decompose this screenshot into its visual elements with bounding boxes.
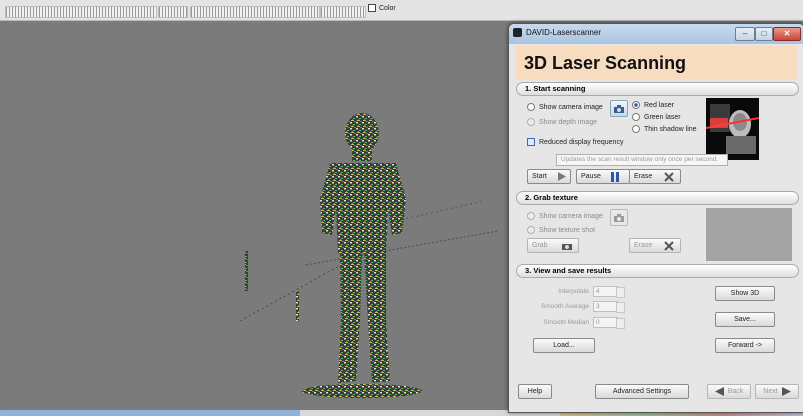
radio-label: Red laser bbox=[644, 101, 674, 109]
radio-label: Show camera image bbox=[539, 212, 603, 220]
camera-icon bbox=[614, 104, 624, 113]
dialog-titlebar[interactable]: DAVID-Laserscanner ‒ □ ✕ bbox=[509, 24, 803, 44]
toolbar-slider-1[interactable] bbox=[5, 6, 157, 18]
radio-circle[interactable] bbox=[527, 103, 535, 111]
dialog-title: DAVID-Laserscanner bbox=[526, 28, 601, 37]
camera-icon bbox=[561, 243, 572, 250]
pause-icon bbox=[610, 171, 619, 182]
texture-preview bbox=[706, 208, 792, 261]
interpolate-label: Interpolate bbox=[558, 288, 589, 295]
interpolate-field[interactable]: Interpolate 4 bbox=[521, 286, 625, 298]
show-3d-button[interactable]: Show 3D bbox=[715, 286, 775, 301]
view-toolbar: Color bbox=[0, 0, 803, 21]
radio-show-texture-shot[interactable]: Show texture shot bbox=[527, 226, 595, 234]
radio-label: Show depth image bbox=[539, 118, 597, 126]
checkbox-label: Reduced display frequency bbox=[539, 138, 624, 146]
grab-button[interactable]: Grab bbox=[527, 238, 579, 253]
color-label: Color bbox=[379, 4, 396, 12]
smooth-average-label: Smooth Average bbox=[541, 303, 589, 310]
radio-circle[interactable] bbox=[527, 226, 535, 234]
section-title: 2. Grab texture bbox=[525, 193, 578, 202]
radio-label: Show texture shot bbox=[539, 226, 596, 234]
interpolate-spinner[interactable]: 4 bbox=[593, 286, 625, 298]
radio-green-laser[interactable]: Green laser bbox=[632, 113, 681, 121]
minimize-button[interactable]: ‒ bbox=[735, 27, 755, 41]
pause-label: Pause bbox=[581, 173, 601, 180]
arrow-right-icon bbox=[781, 387, 791, 396]
start-label: Start bbox=[532, 173, 547, 180]
radio-circle[interactable] bbox=[632, 101, 640, 109]
grab-label: Grab bbox=[532, 242, 548, 249]
section-start-scanning: 1. Start scanning bbox=[516, 82, 799, 96]
tooltip: Updates the scan result window only once… bbox=[556, 154, 728, 166]
color-checkbox[interactable] bbox=[368, 4, 376, 12]
section-title: 3. View and save results bbox=[525, 266, 612, 275]
arrow-left-icon bbox=[714, 387, 724, 396]
camera-settings-button[interactable] bbox=[610, 100, 628, 117]
radio-show-depth-image[interactable]: Show depth image bbox=[527, 118, 597, 126]
smooth-median-field[interactable]: Smooth Median 0 bbox=[521, 317, 625, 329]
forward-button[interactable]: Forward -> bbox=[715, 338, 775, 353]
dialog-header: 3D Laser Scanning bbox=[516, 46, 797, 80]
page-title: 3D Laser Scanning bbox=[524, 53, 687, 73]
help-button[interactable]: Help bbox=[518, 384, 552, 399]
erase-label: Erase bbox=[634, 242, 653, 249]
camera-icon bbox=[614, 213, 624, 222]
erase-x-icon bbox=[664, 240, 675, 251]
load-button[interactable]: Load... bbox=[533, 338, 595, 353]
maximize-button[interactable]: □ bbox=[755, 27, 773, 41]
radio-circle[interactable] bbox=[632, 125, 640, 133]
texture-camera-settings-button[interactable] bbox=[610, 209, 628, 226]
radio-show-camera-image[interactable]: Show camera image bbox=[527, 103, 603, 111]
section-title: 1. Start scanning bbox=[525, 84, 586, 93]
radio-thin-shadow-line[interactable]: Thin shadow line bbox=[632, 125, 697, 133]
next-label: Next bbox=[763, 388, 778, 395]
advanced-settings-button[interactable]: Advanced Settings bbox=[595, 384, 689, 399]
radio-circle[interactable] bbox=[527, 212, 535, 220]
color-toggle[interactable]: Color bbox=[368, 4, 396, 12]
smooth-median-label: Smooth Median bbox=[543, 319, 589, 326]
back-label: Back bbox=[727, 388, 744, 395]
radio-label: Green laser bbox=[644, 113, 681, 121]
app-icon bbox=[513, 28, 522, 37]
erase-label: Erase bbox=[634, 173, 653, 180]
radio-label: Thin shadow line bbox=[644, 125, 697, 133]
erase-x-icon bbox=[664, 171, 675, 182]
taskbar-segment bbox=[0, 410, 300, 416]
back-button[interactable]: Back bbox=[707, 384, 751, 399]
radio-show-camera-image-texture[interactable]: Show camera image bbox=[527, 212, 603, 220]
camera-preview bbox=[706, 98, 759, 160]
checkbox-box[interactable] bbox=[527, 138, 535, 146]
erase-button[interactable]: Erase bbox=[629, 169, 681, 184]
smooth-average-spinner[interactable]: 3 bbox=[593, 301, 625, 313]
close-button[interactable]: ✕ bbox=[773, 27, 801, 41]
radio-circle[interactable] bbox=[527, 118, 535, 126]
next-button[interactable]: Next bbox=[755, 384, 799, 399]
section-grab-texture: 2. Grab texture bbox=[516, 191, 799, 205]
play-icon bbox=[557, 172, 566, 181]
save-button[interactable]: Save... bbox=[715, 312, 775, 327]
section-view-save-results: 3. View and save results bbox=[516, 264, 799, 278]
camera-preview-image bbox=[706, 98, 759, 160]
erase-texture-button[interactable]: Erase bbox=[629, 238, 681, 253]
toolbar-slider-2[interactable] bbox=[158, 6, 188, 18]
toolbar-slider-4[interactable] bbox=[320, 6, 366, 18]
start-button[interactable]: Start bbox=[527, 169, 571, 184]
radio-circle[interactable] bbox=[632, 113, 640, 121]
smooth-median-spinner[interactable]: 0 bbox=[593, 317, 625, 329]
david-dialog: DAVID-Laserscanner ‒ □ ✕ 3D Laser Scanni… bbox=[508, 23, 803, 413]
pause-button[interactable]: Pause bbox=[576, 169, 630, 184]
radio-red-laser[interactable]: Red laser bbox=[632, 101, 674, 109]
radio-label: Show camera image bbox=[539, 103, 603, 111]
checkbox-reduced-display-frequency[interactable]: Reduced display frequency bbox=[527, 138, 623, 146]
toolbar-slider-3[interactable] bbox=[190, 6, 320, 18]
smooth-average-field[interactable]: Smooth Average 3 bbox=[521, 301, 625, 313]
